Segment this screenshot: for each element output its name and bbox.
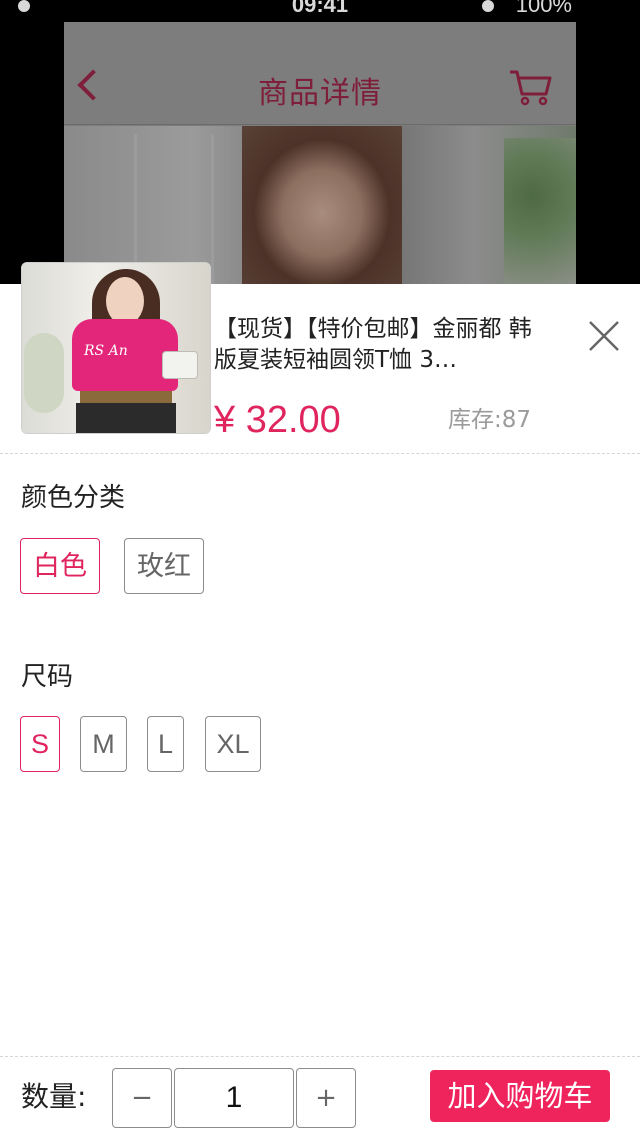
background-product-page: 商品详情 xyxy=(64,22,576,284)
size-section-label: 尺码 xyxy=(21,662,74,692)
divider xyxy=(0,453,640,454)
color-option-white[interactable]: 白色 xyxy=(20,538,100,594)
product-title: 【现货】【特价包邮】金丽都 韩版夏装短袖圆领T恤 3… xyxy=(214,316,532,373)
stock-count: 库存:87 xyxy=(448,407,532,433)
add-to-cart-button[interactable]: 加入购物车 xyxy=(430,1070,610,1122)
product-thumbnail: RS An xyxy=(21,262,211,434)
quantity-increase-button[interactable]: + xyxy=(296,1068,356,1128)
color-option-rose-red[interactable]: 玫红 xyxy=(124,538,204,594)
cart-icon[interactable] xyxy=(508,68,552,106)
quantity-input[interactable]: 1 xyxy=(174,1068,294,1128)
close-icon[interactable] xyxy=(584,316,624,356)
nav-bar: 商品详情 xyxy=(64,22,576,125)
battery-percent: 100% xyxy=(515,0,572,17)
size-option-xl[interactable]: XL xyxy=(205,716,261,772)
product-hero-image xyxy=(64,126,576,284)
page-title: 商品详情 xyxy=(258,76,382,111)
alarm-icon xyxy=(482,0,494,12)
size-option-s[interactable]: S xyxy=(20,716,60,772)
quantity-decrease-button[interactable]: − xyxy=(112,1068,172,1128)
size-option-l[interactable]: L xyxy=(147,716,184,772)
divider xyxy=(0,1056,640,1057)
product-price: ¥ 32.00 xyxy=(214,399,341,441)
quantity-label: 数量: xyxy=(21,1080,87,1113)
status-bar: 09:41 100% xyxy=(0,0,640,22)
thumbnail-shirt-print: RS An xyxy=(84,343,128,359)
color-section-label: 颜色分类 xyxy=(21,483,126,513)
size-option-m[interactable]: M xyxy=(80,716,127,772)
